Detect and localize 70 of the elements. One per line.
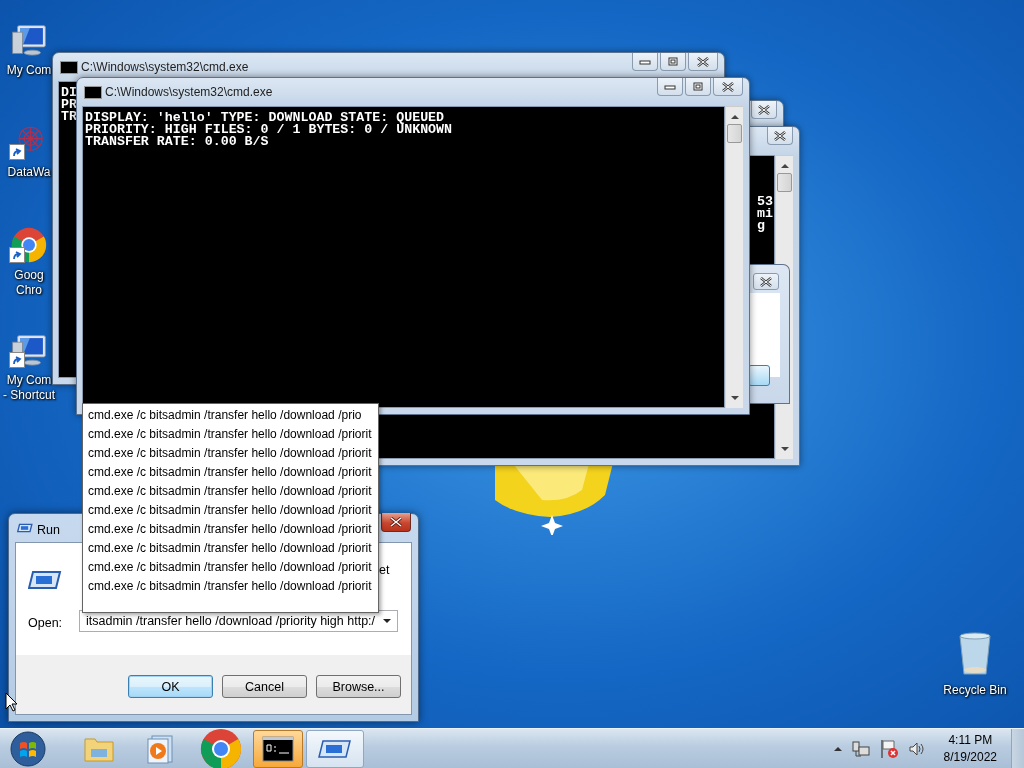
computer-icon[interactable] <box>11 23 47 58</box>
close-icon <box>758 104 770 115</box>
maximize-button[interactable] <box>660 53 686 71</box>
dialog-button[interactable] <box>748 365 770 386</box>
recycle-bin-icon[interactable] <box>957 630 993 678</box>
autocomplete-item[interactable]: cmd.exe /c bitsadmin /transfer hello /download /priorit <box>83 501 378 520</box>
clock[interactable]: 4:11 PM 8/19/2022 <box>935 731 1005 766</box>
autocomplete-item[interactable]: cmd.exe /c bitsadmin /transfer hello /download /priorit <box>83 444 378 463</box>
maximize-icon <box>668 57 678 66</box>
close-button[interactable] <box>713 78 743 96</box>
network-icon[interactable] <box>851 739 870 758</box>
minimize-button[interactable] <box>657 78 683 96</box>
close-button[interactable] <box>753 273 779 290</box>
console-line: 53 <box>757 196 773 208</box>
close-icon <box>697 56 709 67</box>
taskbar-button[interactable] <box>253 729 303 768</box>
windows-logo-icon <box>10 730 46 767</box>
autocomplete-item[interactable]: cmd.exe /c bitsadmin /transfer hello /download /priorit <box>83 558 378 577</box>
console-line: TR <box>61 111 77 123</box>
icon-label: My Com <box>6 63 52 78</box>
close-icon <box>774 130 786 141</box>
icon-label: DataWa <box>7 165 51 180</box>
icon-label: Recycle Bin <box>943 683 1007 698</box>
browse-button[interactable]: Browse... <box>316 675 401 698</box>
media-player-icon <box>146 733 174 764</box>
console-line: PRIORITY: HIGH FILES: 0 / 1 BYTES: 0 / UNKNOWN <box>85 124 453 136</box>
maximize-button[interactable] <box>685 78 711 96</box>
description-text: et <box>379 563 390 577</box>
flag-icon[interactable] <box>879 738 898 759</box>
mouse-cursor-icon <box>5 692 18 712</box>
run-icon <box>28 569 62 591</box>
cancel-button[interactable]: Cancel <box>222 675 307 698</box>
vertical-scrollbar[interactable] <box>726 106 743 408</box>
close-icon <box>760 276 772 287</box>
console-line: DI <box>61 87 77 99</box>
autocomplete-item[interactable]: cmd.exe /c bitsadmin /transfer hello /download /priorit <box>83 463 378 482</box>
window-title: C:\Windows\system32\cmd.exe <box>81 60 249 74</box>
console-icon <box>60 61 78 74</box>
autocomplete-item[interactable]: cmd.exe /c bitsadmin /transfer hello /download /prio <box>83 406 378 425</box>
console-line: PR <box>61 99 77 111</box>
run-icon <box>17 523 33 533</box>
minimize-icon <box>664 83 676 90</box>
console-line: mi <box>757 208 773 220</box>
console-line: TRANSFER RATE: 0.00 B/S <box>85 136 270 148</box>
console-line: g <box>757 220 766 232</box>
autocomplete-item[interactable]: cmd.exe /c bitsadmin /transfer hello /download /priorit <box>83 425 378 444</box>
autocomplete-item[interactable]: cmd.exe /c bitsadmin /transfer hello /download /priorit <box>83 577 378 596</box>
icon-label: Goog Chro <box>14 268 44 298</box>
close-button[interactable] <box>381 513 411 532</box>
icon-label: My Com - Shortcut <box>3 373 55 403</box>
open-label: Open: <box>28 616 63 630</box>
minimize-button[interactable] <box>632 53 658 71</box>
maximize-icon <box>693 82 703 91</box>
autocomplete-item[interactable]: cmd.exe /c bitsadmin /transfer hello /download /priorit <box>83 482 378 501</box>
close-icon <box>722 81 734 92</box>
window-title: Run <box>37 523 60 537</box>
minimize-icon <box>639 58 651 65</box>
window-title: C:\Windows\system32\cmd.exe <box>105 85 273 99</box>
autocomplete-item[interactable]: cmd.exe /c bitsadmin /transfer hello /download /priorit <box>83 539 378 558</box>
autocomplete-item[interactable]: cmd.exe /c bitsadmin /transfer hello /download /priorit <box>83 520 378 539</box>
close-button[interactable] <box>688 53 718 71</box>
console-icon <box>84 86 102 99</box>
close-icon <box>390 517 402 527</box>
run-icon <box>318 737 352 760</box>
ok-button[interactable]: OK <box>128 675 213 698</box>
close-button[interactable] <box>767 127 793 145</box>
chrome-icon <box>200 727 242 768</box>
console-line: DISPLAY: 'hello' TYPE: DOWNLOAD STATE: QUEUED <box>85 112 445 124</box>
close-button[interactable] <box>751 101 777 119</box>
console-icon <box>262 735 294 762</box>
